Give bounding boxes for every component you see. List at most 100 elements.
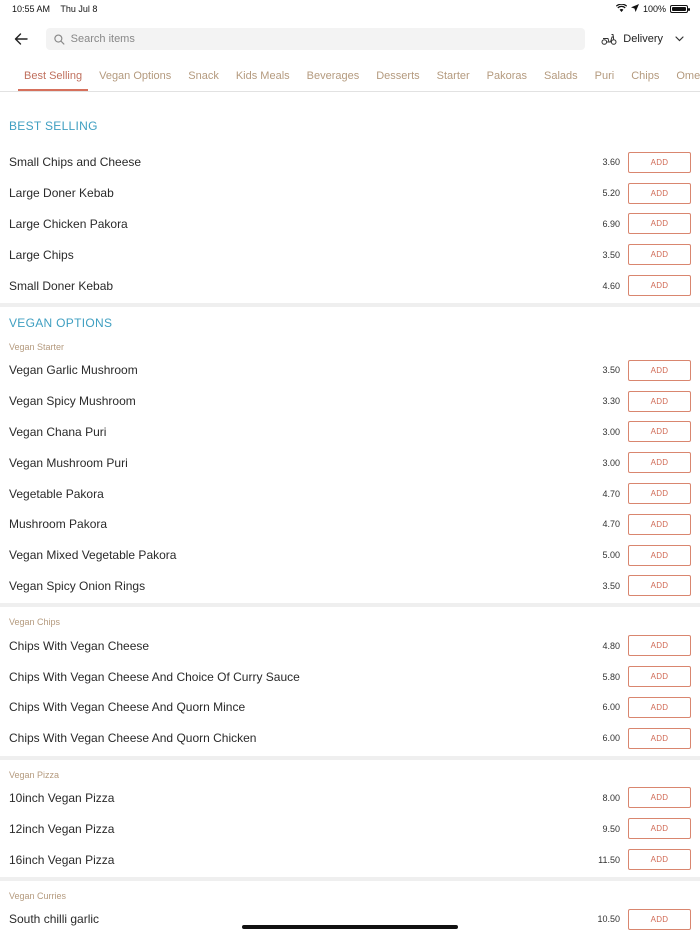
item-name: Vegan Mixed Vegetable Pakora: [9, 548, 177, 563]
list-item[interactable]: 10inch Vegan Pizza 8.00 ADD: [0, 783, 700, 814]
item-name: Chips With Vegan Cheese And Quorn Chicke…: [9, 731, 257, 746]
item-name: Vegan Spicy Onion Rings: [9, 578, 146, 593]
item-price: 11.50: [598, 854, 620, 865]
item-price: 5.00: [602, 550, 620, 561]
tab-pakoras[interactable]: Pakoras: [481, 70, 533, 91]
add-button[interactable]: ADD: [628, 275, 691, 297]
list-item[interactable]: Vegan Mushroom Puri 3.00 ADD: [0, 447, 700, 478]
add-button[interactable]: ADD: [628, 390, 691, 412]
list-item[interactable]: Chips With Vegan Cheese And Choice Of Cu…: [0, 661, 700, 692]
list-item[interactable]: Chips With Vegan Cheese 4.80 ADD: [0, 630, 700, 661]
tab-vegan-options[interactable]: Vegan Options: [93, 70, 177, 91]
search-input[interactable]: [70, 33, 578, 45]
add-button[interactable]: ADD: [628, 244, 691, 266]
list-item[interactable]: Vegan Chana Puri 3.00 ADD: [0, 417, 700, 448]
item-price: 3.00: [602, 426, 620, 437]
list-item[interactable]: Vegan Garlic Mushroom 3.50 ADD: [0, 355, 700, 386]
list-item[interactable]: Vegetable Pakora 4.70 ADD: [0, 478, 700, 509]
search-box[interactable]: [46, 28, 586, 50]
tab-puri[interactable]: Puri: [589, 70, 621, 91]
item-name: Large Chips: [9, 247, 74, 262]
list-item[interactable]: Vegan Spicy Mushroom 3.30 ADD: [0, 386, 700, 417]
item-price: 3.60: [602, 157, 620, 168]
list-item[interactable]: Vegan Mixed Vegetable Pakora 5.00 ADD: [0, 540, 700, 571]
list-item[interactable]: Vegan Spicy Onion Rings 3.50 ADD: [0, 571, 700, 602]
chevron-down-icon: [675, 36, 684, 42]
category-tabs: Best Selling Vegan Options Snack Kids Meals…: [0, 60, 700, 92]
item-name: 16inch Vegan Pizza: [9, 852, 115, 867]
add-button[interactable]: ADD: [628, 213, 691, 235]
item-name: Chips With Vegan Cheese And Quorn Mince: [9, 700, 246, 715]
item-price: 9.50: [602, 823, 620, 834]
item-price: 5.20: [602, 188, 620, 199]
item-name: Small Doner Kebab: [9, 278, 114, 293]
tab-salads[interactable]: Salads: [538, 70, 584, 91]
list-item[interactable]: Large Chicken Pakora 6.90 ADD: [0, 209, 700, 240]
add-button[interactable]: ADD: [628, 483, 691, 505]
add-button[interactable]: ADD: [628, 359, 691, 381]
add-button[interactable]: ADD: [628, 452, 691, 474]
tab-snack[interactable]: Snack: [182, 70, 225, 91]
item-name: Large Chicken Pakora: [9, 216, 128, 231]
tab-kids-meals[interactable]: Kids Meals: [230, 70, 296, 91]
add-button[interactable]: ADD: [628, 151, 691, 173]
add-button[interactable]: ADD: [628, 818, 691, 840]
list-item[interactable]: Small Chips and Cheese 3.60 ADD: [0, 147, 700, 178]
list-item[interactable]: South chilli garlic 10.50 ADD: [0, 904, 700, 934]
list-item[interactable]: Chips With Vegan Cheese And Quorn Chicke…: [0, 723, 700, 754]
item-price: 6.00: [602, 733, 620, 744]
list-item[interactable]: Large Doner Kebab 5.20 ADD: [0, 178, 700, 209]
add-button[interactable]: ADD: [628, 727, 691, 749]
menu-content: BEST SELLING Small Chips and Cheese 3.60 AD…: [0, 92, 700, 934]
item-name: 12inch Vegan Pizza: [9, 821, 115, 836]
list-item[interactable]: 16inch Vegan Pizza 11.50 ADD: [0, 844, 700, 875]
list-item[interactable]: Chips With Vegan Cheese And Quorn Mince 6…: [0, 692, 700, 723]
subsection-title: Vegan Pizza: [9, 769, 60, 780]
item-price: 3.50: [602, 249, 620, 260]
list-item[interactable]: Mushroom Pakora 4.70 ADD: [0, 509, 700, 540]
item-name: Vegetable Pakora: [9, 486, 104, 501]
home-indicator: [242, 925, 458, 929]
tab-best-selling[interactable]: Best Selling: [18, 70, 89, 91]
add-button[interactable]: ADD: [628, 908, 691, 930]
item-price: 4.70: [602, 519, 620, 530]
item-price: 3.50: [602, 365, 620, 376]
add-button[interactable]: ADD: [628, 575, 691, 597]
add-button[interactable]: ADD: [628, 696, 691, 718]
add-button[interactable]: ADD: [628, 849, 691, 871]
list-item[interactable]: Large Chips 3.50 ADD: [0, 239, 700, 270]
add-button[interactable]: ADD: [628, 666, 691, 688]
list-item[interactable]: Small Doner Kebab 4.60 ADD: [0, 270, 700, 301]
delivery-selector[interactable]: Delivery: [595, 33, 690, 45]
item-name: Large Doner Kebab: [9, 186, 114, 201]
item-name: 10inch Vegan Pizza: [9, 790, 115, 805]
item-price: 6.00: [602, 702, 620, 713]
item-name: Mushroom Pakora: [9, 517, 108, 532]
add-button[interactable]: ADD: [628, 635, 691, 657]
add-button[interactable]: ADD: [628, 787, 691, 809]
item-price: 4.80: [602, 640, 620, 651]
item-price: 3.00: [602, 457, 620, 468]
add-button[interactable]: ADD: [628, 182, 691, 204]
item-price: 6.90: [602, 218, 620, 229]
vegan-chips-section: Vegan Chips Chips With Vegan Cheese 4.80 AD…: [0, 607, 700, 760]
add-button[interactable]: ADD: [628, 421, 691, 443]
tab-starter[interactable]: Starter: [431, 70, 476, 91]
item-name: Vegan Garlic Mushroom: [9, 363, 138, 378]
add-button[interactable]: ADD: [628, 513, 691, 535]
item-name: Vegan Chana Puri: [9, 424, 107, 439]
scooter-icon: [601, 34, 617, 45]
list-item[interactable]: 12inch Vegan Pizza 9.50 ADD: [0, 813, 700, 844]
tab-chips[interactable]: Chips: [625, 70, 665, 91]
item-price: 8.00: [602, 792, 620, 803]
item-price: 5.80: [602, 671, 620, 682]
subsection-title: Vegan Starter: [9, 341, 65, 352]
tab-desserts[interactable]: Desserts: [370, 70, 425, 91]
vegan-pizza-section: Vegan Pizza 10inch Vegan Pizza 8.00 ADD 12in…: [0, 760, 700, 881]
search-icon: [54, 33, 65, 45]
tab-omelette[interactable]: Omelette: [670, 70, 700, 91]
add-button[interactable]: ADD: [628, 544, 691, 566]
back-button[interactable]: [10, 28, 32, 50]
tab-beverages[interactable]: Beverages: [301, 70, 366, 91]
wifi-icon: [615, 3, 628, 14]
